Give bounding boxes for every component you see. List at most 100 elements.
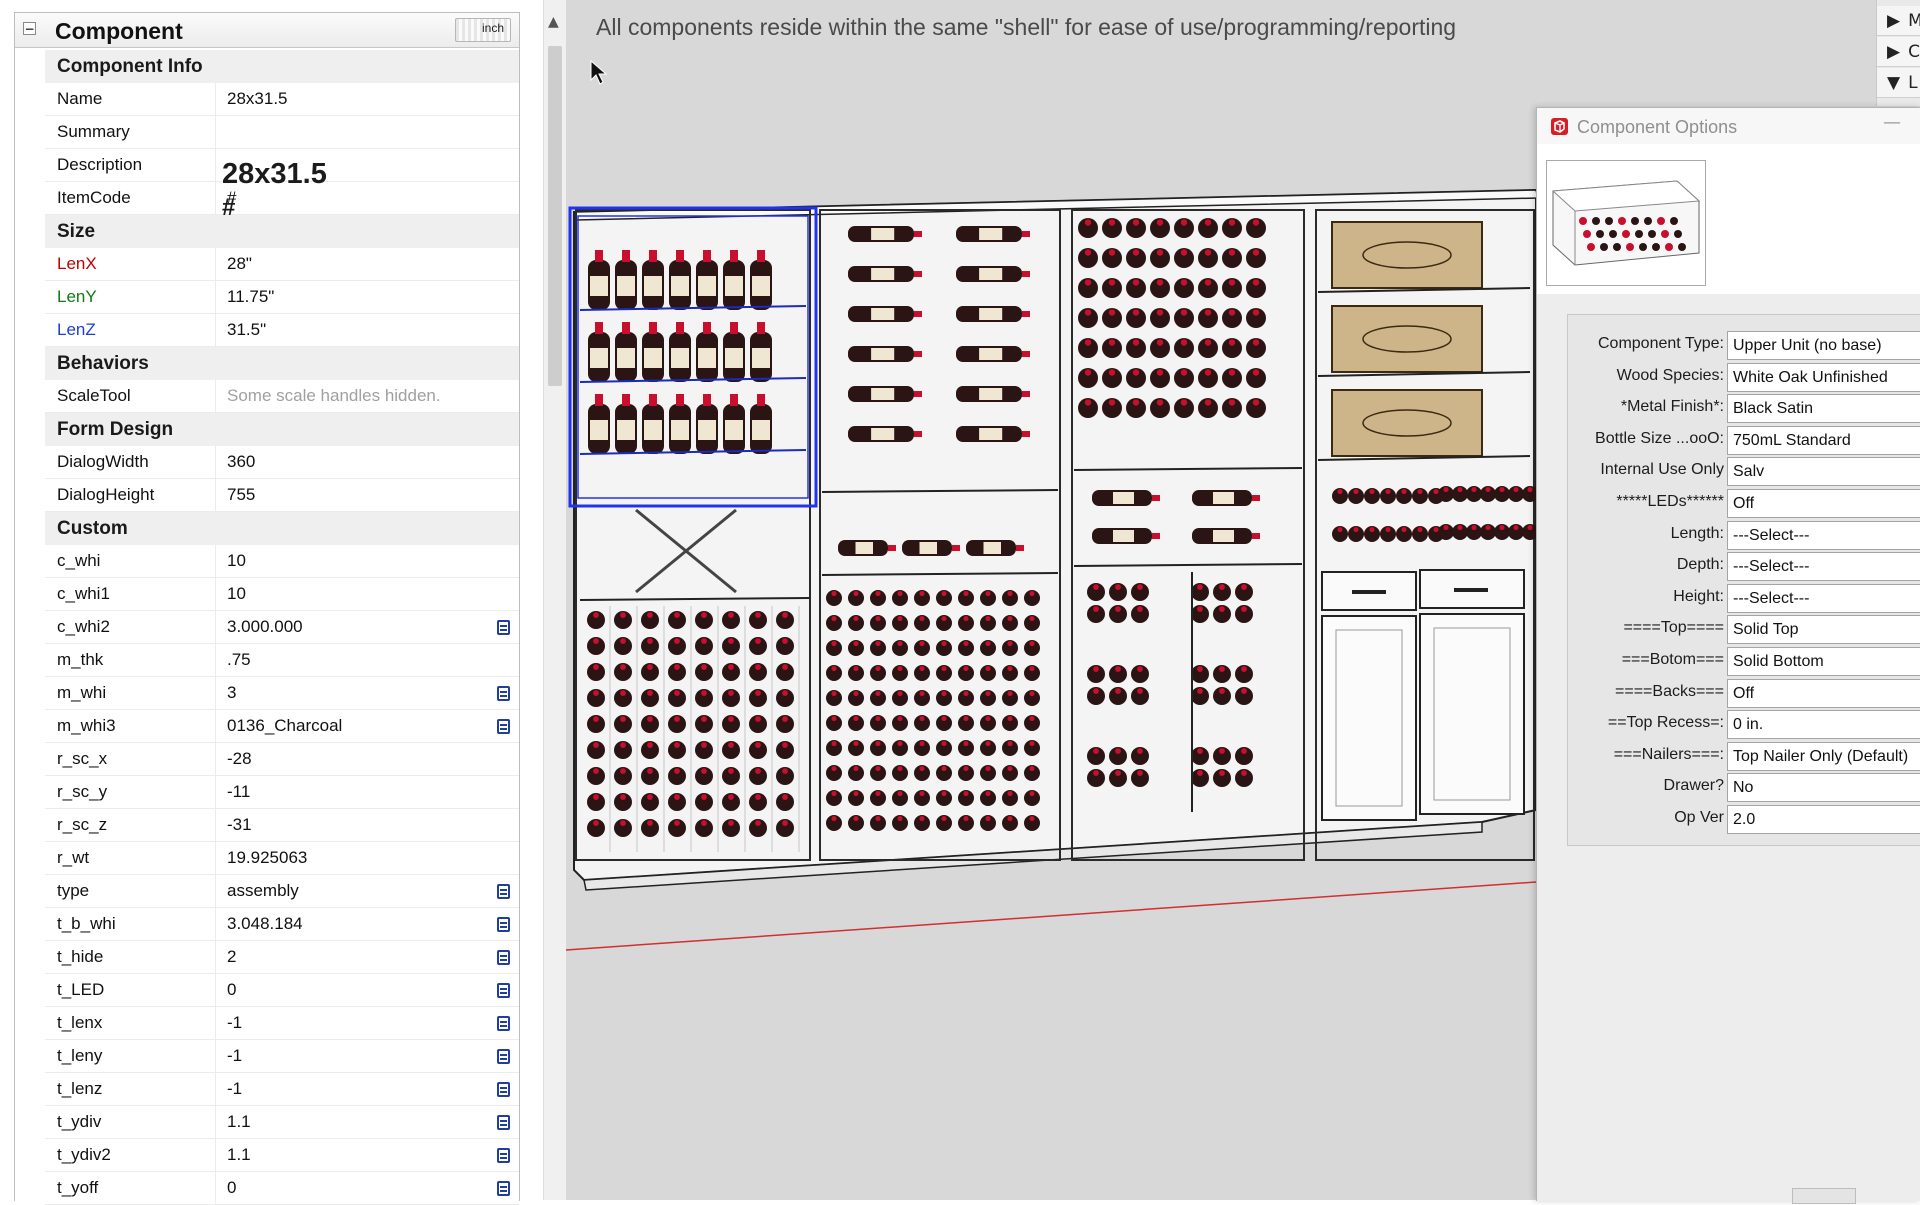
attribute-row[interactable]: type assembly bbox=[45, 875, 519, 908]
thumbnail-bottle bbox=[1592, 217, 1600, 225]
option-select[interactable]: 0 in. bbox=[1727, 710, 1920, 740]
attribute-value[interactable]: -1 bbox=[216, 1073, 519, 1105]
formula-icon[interactable] bbox=[497, 1082, 510, 1097]
formula-icon[interactable] bbox=[497, 1181, 510, 1196]
tray-panel-toggle[interactable]: ▼ L bbox=[1877, 68, 1920, 98]
attribute-value[interactable]: 10 bbox=[216, 545, 519, 577]
option-select[interactable]: 2.0 bbox=[1727, 805, 1920, 834]
option-select[interactable]: Salv bbox=[1727, 457, 1920, 487]
attribute-row[interactable]: ScaleTool Some scale handles hidden. bbox=[45, 380, 519, 413]
attribute-row[interactable]: t_lenx -1 bbox=[45, 1007, 519, 1040]
attribute-value[interactable]: 28x31.5 bbox=[216, 83, 519, 115]
attribute-value[interactable]: 755 bbox=[216, 479, 519, 511]
dialog-footer-button[interactable] bbox=[1792, 1188, 1856, 1204]
attribute-value[interactable]: 31.5" bbox=[216, 314, 519, 346]
attribute-value[interactable]: 19.925063 bbox=[216, 842, 519, 874]
tray-panel-toggle[interactable]: ▶M bbox=[1877, 6, 1920, 36]
option-select[interactable]: 750mL Standard bbox=[1727, 425, 1920, 455]
attribute-value[interactable]: 0 bbox=[216, 974, 519, 1006]
attribute-row[interactable]: t_ydiv2 1.1 bbox=[45, 1139, 519, 1172]
option-select[interactable]: Solid Top bbox=[1727, 615, 1920, 645]
attribute-value[interactable]: -1 bbox=[216, 1040, 519, 1072]
attribute-value[interactable]: 1.1 bbox=[216, 1139, 519, 1171]
option-select[interactable]: Solid Bottom bbox=[1727, 647, 1920, 676]
attribute-value[interactable]: 0136_Charcoal bbox=[216, 710, 519, 742]
attribute-row[interactable]: t_b_whi 3.048.184 bbox=[45, 908, 519, 941]
attribute-value[interactable]: 2 bbox=[216, 941, 519, 973]
formula-icon[interactable] bbox=[497, 1016, 510, 1031]
attribute-row[interactable]: r_sc_z -31 bbox=[45, 809, 519, 842]
formula-icon[interactable] bbox=[497, 1148, 510, 1163]
attribute-row[interactable]: LenZ 31.5" bbox=[45, 314, 519, 347]
formula-icon[interactable] bbox=[497, 1049, 510, 1064]
attribute-row[interactable]: DialogWidth 360 bbox=[45, 446, 519, 479]
attribute-value[interactable]: 10 bbox=[216, 578, 519, 610]
attribute-row[interactable]: r_sc_y -11 bbox=[45, 776, 519, 809]
attribute-row[interactable]: t_hide 2 bbox=[45, 941, 519, 974]
option-select[interactable]: Off bbox=[1727, 489, 1920, 518]
tray-panel-toggle[interactable]: ▶ C bbox=[1877, 37, 1920, 67]
formula-icon[interactable] bbox=[497, 884, 510, 899]
option-select[interactable]: Top Nailer Only (Default) bbox=[1727, 741, 1920, 771]
formula-icon[interactable] bbox=[497, 950, 510, 965]
wine-bottle bbox=[1332, 488, 1348, 504]
option-select[interactable]: Off bbox=[1727, 678, 1920, 708]
attribute-value[interactable]: 1.1 bbox=[216, 1106, 519, 1138]
attribute-row[interactable]: DialogHeight 755 bbox=[45, 479, 519, 512]
attribute-row[interactable]: t_LED 0 bbox=[45, 974, 519, 1007]
units-toggle[interactable]: inch bbox=[455, 18, 511, 42]
scroll-up-icon[interactable]: ▲ bbox=[548, 14, 559, 30]
bottle-cap bbox=[1007, 641, 1013, 647]
scrollbar-thumb[interactable] bbox=[548, 46, 562, 386]
attribute-row[interactable]: m_whi3 0136_Charcoal bbox=[45, 710, 519, 743]
attribute-value[interactable]: assembly bbox=[216, 875, 519, 907]
attribute-row[interactable]: t_lenz -1 bbox=[45, 1073, 519, 1106]
attribute-value[interactable]: -31 bbox=[216, 809, 519, 841]
option-select[interactable]: ---Select--- bbox=[1727, 552, 1920, 582]
option-select[interactable]: ---Select--- bbox=[1727, 520, 1920, 550]
option-select[interactable]: White Oak Unfinished bbox=[1727, 362, 1920, 392]
attribute-value[interactable]: -1 bbox=[216, 1007, 519, 1039]
attribute-row[interactable]: r_sc_x -28 bbox=[45, 743, 519, 776]
option-select[interactable]: Upper Unit (no base) bbox=[1727, 331, 1920, 360]
attribute-row[interactable]: t_ydiv 1.1 bbox=[45, 1106, 519, 1139]
attribute-value[interactable]: 11.75" bbox=[216, 281, 519, 313]
attribute-value[interactable]: -11 bbox=[216, 776, 519, 808]
attribute-row[interactable]: Summary bbox=[45, 116, 519, 149]
formula-icon[interactable] bbox=[497, 917, 510, 932]
attribute-value[interactable]: 0 bbox=[216, 1172, 519, 1204]
attribute-value[interactable] bbox=[216, 116, 519, 148]
attribute-row[interactable]: LenX 28" bbox=[45, 248, 519, 281]
attribute-row[interactable]: c_whi2 3.000.000 bbox=[45, 611, 519, 644]
attribute-row[interactable]: m_whi 3 bbox=[45, 677, 519, 710]
attribute-row[interactable]: t_yoff 0 bbox=[45, 1172, 519, 1205]
attribute-value[interactable]: 3 bbox=[216, 677, 519, 709]
attribute-row[interactable]: LenY 11.75" bbox=[45, 281, 519, 314]
attribute-row[interactable]: c_whi1 10 bbox=[45, 578, 519, 611]
attribute-row[interactable]: c_whi 10 bbox=[45, 545, 519, 578]
attribute-value[interactable]: .75 bbox=[216, 644, 519, 676]
formula-icon[interactable] bbox=[497, 1115, 510, 1130]
panel-scrollbar[interactable]: ▲ bbox=[543, 0, 566, 1200]
option-select[interactable]: Black Satin bbox=[1727, 394, 1920, 424]
attribute-value[interactable]: 360 bbox=[216, 446, 519, 478]
dialog-titlebar[interactable]: Component Options — bbox=[1537, 108, 1920, 144]
attribute-row[interactable]: t_leny -1 bbox=[45, 1040, 519, 1073]
collapse-toggle-icon[interactable]: − bbox=[23, 22, 36, 35]
formula-icon[interactable] bbox=[497, 620, 510, 635]
formula-icon[interactable] bbox=[497, 686, 510, 701]
attribute-value[interactable]: 3.000.000 bbox=[216, 611, 519, 643]
formula-icon[interactable] bbox=[497, 983, 510, 998]
option-select[interactable]: ---Select--- bbox=[1727, 583, 1920, 613]
attribute-value[interactable]: Some scale handles hidden. bbox=[216, 380, 519, 412]
bottle-cap bbox=[963, 616, 969, 622]
attribute-value[interactable]: -28 bbox=[216, 743, 519, 775]
attribute-row[interactable]: Name 28x31.5 bbox=[45, 83, 519, 116]
minimize-icon[interactable]: — bbox=[1883, 112, 1901, 133]
attribute-row[interactable]: m_thk .75 bbox=[45, 644, 519, 677]
option-select[interactable]: No bbox=[1727, 773, 1920, 803]
attribute-row[interactable]: r_wt 19.925063 bbox=[45, 842, 519, 875]
attribute-value[interactable]: 28" bbox=[216, 248, 519, 280]
attribute-value[interactable]: 3.048.184 bbox=[216, 908, 519, 940]
formula-icon[interactable] bbox=[497, 719, 510, 734]
